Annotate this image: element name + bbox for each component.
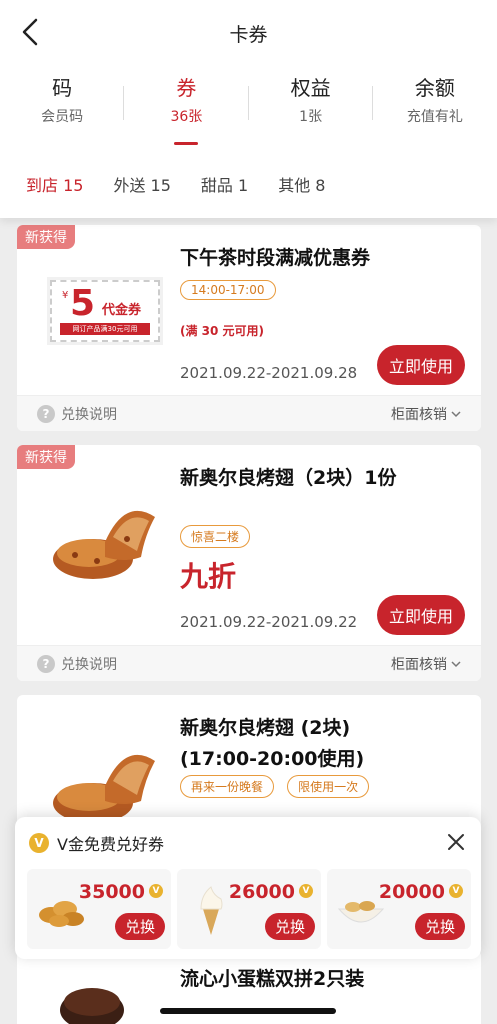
exchange-button[interactable]: 兑换 — [264, 913, 315, 940]
subtab-dessert[interactable]: 甜品 1 — [201, 172, 248, 196]
tab-benefits[interactable]: 权益 1张 — [249, 74, 373, 134]
vcoin-icon: V — [29, 833, 49, 853]
redeem-help-label: 兑换说明 — [61, 407, 117, 423]
use-now-button[interactable]: 立即使用 — [376, 345, 465, 385]
new-badge: 新获得 — [17, 225, 75, 249]
vcoin-popup: V V金免费兑好券 35000 V 兑换 26000 V 兑换 20000 V … — [15, 817, 481, 959]
tab-balance-label: 余额 — [414, 76, 455, 100]
tab-coupons-sub: 36张 — [170, 109, 203, 125]
exchange-item[interactable]: 35000 V 兑换 — [27, 869, 171, 949]
item-price: 20000 — [378, 881, 445, 903]
tab-benefits-sub: 1张 — [299, 109, 323, 125]
event-tag: 惊喜二楼 — [180, 525, 251, 548]
exchange-items: 35000 V 兑换 26000 V 兑换 20000 V 兑换 — [27, 869, 471, 949]
tab-coupons[interactable]: 券 36张 — [124, 74, 249, 134]
header: 卡券 码 会员码 券 36张 权益 1张 余额 充值有礼 到店 15 外送 15… — [0, 0, 497, 218]
subtab-instore[interactable]: 到店 15 — [26, 172, 83, 196]
exchange-item[interactable]: 20000 V 兑换 — [327, 869, 471, 949]
card-footer: ? 兑换说明 柜面核销 — [17, 645, 481, 681]
question-icon: ? — [37, 655, 55, 673]
redeem-help-label: 兑换说明 — [61, 657, 117, 673]
coupon-title: 下午茶时段满减优惠券 — [180, 247, 371, 269]
page-title: 卡券 — [229, 24, 268, 46]
chicken-wings-image — [53, 754, 155, 823]
tab-benefits-label: 权益 — [290, 76, 331, 100]
exchange-button[interactable]: 兑换 — [414, 913, 465, 940]
tab-code[interactable]: 码 会员码 — [0, 74, 125, 134]
verify-method[interactable]: 柜面核销 — [391, 404, 461, 424]
coupon-tags: 14:00-17:00 — [180, 279, 284, 300]
sub-tabs: 到店 15 外送 15 甜品 1 其他 8 — [26, 172, 355, 196]
vcoin-icon: V — [449, 884, 463, 898]
coupon-discount: 九折 — [180, 560, 237, 593]
coupon-title: 新奥尔良烤翅 (2块) (17:00-20:00使用) — [180, 717, 365, 770]
redeem-help[interactable]: ? 兑换说明 — [37, 654, 117, 674]
coupon-date: 2021.09.22-2021.09.22 — [180, 613, 358, 631]
coupon-card[interactable]: 新获得 新奥尔良烤翅（2块）1份 惊喜二楼 九折 2021.09.22-2021… — [17, 445, 481, 681]
verify-method[interactable]: 柜面核销 — [391, 654, 461, 674]
item-price: 35000 — [78, 881, 145, 903]
tab-code-sub: 会员码 — [41, 109, 84, 125]
vcoin-icon: V — [299, 884, 313, 898]
verify-label: 柜面核销 — [391, 407, 447, 423]
coupon-tags: 再来一份晚餐 限使用一次 — [180, 775, 377, 798]
chevron-down-icon — [451, 411, 461, 418]
tab-balance[interactable]: 余额 充值有礼 — [373, 74, 497, 134]
item-price: 26000 — [228, 881, 295, 903]
limit-tag: 限使用一次 — [287, 775, 370, 798]
coupon-condition: (满 30 元可用) — [180, 324, 265, 338]
subtab-other[interactable]: 其他 8 — [278, 172, 325, 196]
ticket-value: 5 — [70, 283, 96, 324]
ticket-label: 代金券 — [102, 303, 142, 318]
popup-header: V V金免费兑好券 — [29, 831, 164, 855]
cake-image — [60, 988, 124, 1024]
coupon-date: 2021.09.22-2021.09.28 — [180, 364, 358, 382]
exchange-item[interactable]: 26000 V 兑换 — [177, 869, 321, 949]
ticket-condition: 网订产品满30元可用 — [60, 323, 150, 335]
close-icon — [448, 834, 464, 850]
category-tabs: 码 会员码 券 36张 权益 1张 余额 充值有礼 — [0, 74, 497, 134]
tab-code-label: 码 — [52, 76, 73, 100]
verify-label: 柜面核销 — [391, 657, 447, 673]
subtab-delivery[interactable]: 外送 15 — [113, 172, 170, 196]
home-indicator — [160, 1008, 336, 1014]
exchange-button[interactable]: 兑换 — [114, 913, 165, 940]
question-icon: ? — [37, 405, 55, 423]
chevron-down-icon — [451, 661, 461, 668]
coupon-title: 新奥尔良烤翅（2块）1份 — [180, 467, 397, 489]
coupon-title: 流心小蛋糕双拼2只装 — [180, 968, 365, 990]
new-badge: 新获得 — [17, 445, 75, 469]
ticket-currency: ¥ — [62, 290, 69, 301]
popup-title: V金免费兑好券 — [57, 835, 164, 854]
coupon-card[interactable]: 新获得 ¥ 5 代金券 网订产品满30元可用 下午茶时段满减优惠券 14:00-… — [17, 225, 481, 431]
card-footer: ? 兑换说明 柜面核销 — [17, 395, 481, 431]
redeem-help[interactable]: ? 兑换说明 — [37, 404, 117, 424]
vcoin-icon: V — [149, 884, 163, 898]
use-now-button[interactable]: 立即使用 — [376, 595, 465, 635]
tab-balance-sub: 充值有礼 — [406, 109, 463, 125]
close-button[interactable] — [445, 831, 467, 853]
active-tab-indicator — [174, 142, 198, 145]
coupon-ticket-image: ¥ 5 代金券 网订产品满30元可用 — [50, 280, 160, 342]
chicken-wings-image — [53, 510, 155, 579]
event-tag: 再来一份晚餐 — [180, 775, 275, 798]
time-tag: 14:00-17:00 — [180, 280, 276, 300]
screen: 卡券 码 会员码 券 36张 权益 1张 余额 充值有礼 到店 15 外送 15… — [0, 0, 497, 1024]
coupon-tags: 惊喜二楼 — [180, 525, 258, 548]
tab-coupons-label: 券 — [176, 76, 197, 100]
